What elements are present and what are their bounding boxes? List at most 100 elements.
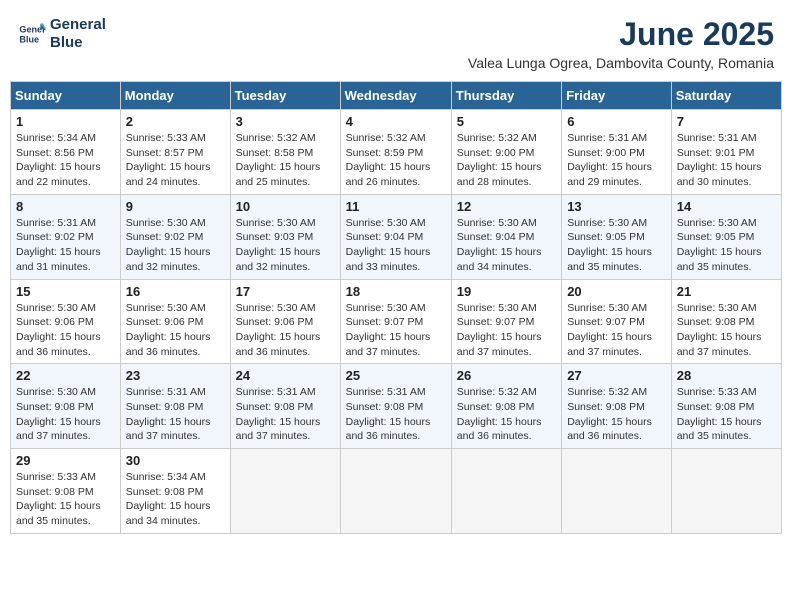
daylight-label: Daylight: 15 hours and 37 minutes. [567, 331, 652, 358]
weekday-header: Friday [562, 82, 672, 110]
weekday-header: Thursday [451, 82, 561, 110]
day-info: Sunrise: 5:30 AM Sunset: 9:04 PM Dayligh… [346, 216, 446, 275]
daylight-label: Daylight: 15 hours and 37 minutes. [457, 331, 542, 358]
day-info: Sunrise: 5:33 AM Sunset: 9:08 PM Dayligh… [16, 470, 115, 529]
weekday-header: Saturday [671, 82, 781, 110]
day-number: 2 [126, 114, 225, 129]
day-number: 8 [16, 199, 115, 214]
sunset-label: Sunset: 9:08 PM [126, 401, 204, 413]
sunset-label: Sunset: 9:06 PM [16, 316, 94, 328]
sunrise-label: Sunrise: 5:31 AM [16, 217, 96, 229]
sunrise-label: Sunrise: 5:31 AM [677, 132, 757, 144]
sunrise-label: Sunrise: 5:31 AM [126, 386, 206, 398]
weekday-header: Monday [120, 82, 230, 110]
day-number: 1 [16, 114, 115, 129]
day-number: 6 [567, 114, 666, 129]
sunset-label: Sunset: 9:08 PM [126, 486, 204, 498]
daylight-label: Daylight: 15 hours and 25 minutes. [236, 161, 321, 188]
sunrise-label: Sunrise: 5:30 AM [457, 217, 537, 229]
calendar-cell: 25 Sunrise: 5:31 AM Sunset: 9:08 PM Dayl… [340, 364, 451, 449]
day-info: Sunrise: 5:32 AM Sunset: 9:08 PM Dayligh… [567, 385, 666, 444]
weekday-header: Tuesday [230, 82, 340, 110]
daylight-label: Daylight: 15 hours and 31 minutes. [16, 246, 101, 273]
day-info: Sunrise: 5:30 AM Sunset: 9:08 PM Dayligh… [677, 301, 776, 360]
daylight-label: Daylight: 15 hours and 32 minutes. [236, 246, 321, 273]
sunrise-label: Sunrise: 5:34 AM [126, 471, 206, 483]
calendar-cell: 9 Sunrise: 5:30 AM Sunset: 9:02 PM Dayli… [120, 194, 230, 279]
sunset-label: Sunset: 9:06 PM [236, 316, 314, 328]
day-info: Sunrise: 5:31 AM Sunset: 9:00 PM Dayligh… [567, 131, 666, 190]
day-info: Sunrise: 5:30 AM Sunset: 9:07 PM Dayligh… [346, 301, 446, 360]
day-info: Sunrise: 5:30 AM Sunset: 9:08 PM Dayligh… [16, 385, 115, 444]
day-number: 27 [567, 368, 666, 383]
sunset-label: Sunset: 9:08 PM [236, 401, 314, 413]
sunrise-label: Sunrise: 5:31 AM [346, 386, 426, 398]
day-info: Sunrise: 5:34 AM Sunset: 8:56 PM Dayligh… [16, 131, 115, 190]
calendar-cell: 7 Sunrise: 5:31 AM Sunset: 9:01 PM Dayli… [671, 110, 781, 195]
day-info: Sunrise: 5:30 AM Sunset: 9:03 PM Dayligh… [236, 216, 335, 275]
sunset-label: Sunset: 9:08 PM [16, 401, 94, 413]
sunset-label: Sunset: 9:07 PM [346, 316, 424, 328]
daylight-label: Daylight: 15 hours and 35 minutes. [16, 500, 101, 527]
sunset-label: Sunset: 9:07 PM [567, 316, 645, 328]
calendar-cell: 26 Sunrise: 5:32 AM Sunset: 9:08 PM Dayl… [451, 364, 561, 449]
day-number: 5 [457, 114, 556, 129]
subtitle: Valea Lunga Ogrea, Dambovita County, Rom… [468, 55, 774, 71]
daylight-label: Daylight: 15 hours and 22 minutes. [16, 161, 101, 188]
day-number: 29 [16, 453, 115, 468]
daylight-label: Daylight: 15 hours and 34 minutes. [126, 500, 211, 527]
daylight-label: Daylight: 15 hours and 29 minutes. [567, 161, 652, 188]
calendar-cell: 11 Sunrise: 5:30 AM Sunset: 9:04 PM Dayl… [340, 194, 451, 279]
daylight-label: Daylight: 15 hours and 33 minutes. [346, 246, 431, 273]
sunset-label: Sunset: 9:06 PM [126, 316, 204, 328]
day-info: Sunrise: 5:31 AM Sunset: 9:08 PM Dayligh… [126, 385, 225, 444]
daylight-label: Daylight: 15 hours and 37 minutes. [346, 331, 431, 358]
calendar-cell: 16 Sunrise: 5:30 AM Sunset: 9:06 PM Dayl… [120, 279, 230, 364]
sunset-label: Sunset: 9:08 PM [457, 401, 535, 413]
calendar-cell: 20 Sunrise: 5:30 AM Sunset: 9:07 PM Dayl… [562, 279, 672, 364]
sunrise-label: Sunrise: 5:30 AM [236, 302, 316, 314]
calendar-cell: 3 Sunrise: 5:32 AM Sunset: 8:58 PM Dayli… [230, 110, 340, 195]
calendar-cell: 4 Sunrise: 5:32 AM Sunset: 8:59 PM Dayli… [340, 110, 451, 195]
sunset-label: Sunset: 9:00 PM [457, 147, 535, 159]
sunrise-label: Sunrise: 5:33 AM [126, 132, 206, 144]
sunset-label: Sunset: 9:04 PM [457, 231, 535, 243]
day-number: 7 [677, 114, 776, 129]
day-number: 9 [126, 199, 225, 214]
day-number: 28 [677, 368, 776, 383]
daylight-label: Daylight: 15 hours and 30 minutes. [677, 161, 762, 188]
calendar-cell: 2 Sunrise: 5:33 AM Sunset: 8:57 PM Dayli… [120, 110, 230, 195]
day-info: Sunrise: 5:34 AM Sunset: 9:08 PM Dayligh… [126, 470, 225, 529]
calendar-cell: 14 Sunrise: 5:30 AM Sunset: 9:05 PM Dayl… [671, 194, 781, 279]
calendar-cell: 17 Sunrise: 5:30 AM Sunset: 9:06 PM Dayl… [230, 279, 340, 364]
calendar-cell: 13 Sunrise: 5:30 AM Sunset: 9:05 PM Dayl… [562, 194, 672, 279]
day-info: Sunrise: 5:31 AM Sunset: 9:02 PM Dayligh… [16, 216, 115, 275]
day-info: Sunrise: 5:32 AM Sunset: 8:58 PM Dayligh… [236, 131, 335, 190]
sunset-label: Sunset: 8:59 PM [346, 147, 424, 159]
sunrise-label: Sunrise: 5:30 AM [126, 217, 206, 229]
calendar-cell [451, 449, 561, 534]
daylight-label: Daylight: 15 hours and 37 minutes. [126, 416, 211, 443]
calendar-cell: 5 Sunrise: 5:32 AM Sunset: 9:00 PM Dayli… [451, 110, 561, 195]
day-number: 10 [236, 199, 335, 214]
day-number: 18 [346, 284, 446, 299]
day-number: 22 [16, 368, 115, 383]
svg-text:Blue: Blue [19, 34, 39, 44]
sunset-label: Sunset: 8:56 PM [16, 147, 94, 159]
day-info: Sunrise: 5:33 AM Sunset: 9:08 PM Dayligh… [677, 385, 776, 444]
day-info: Sunrise: 5:31 AM Sunset: 9:01 PM Dayligh… [677, 131, 776, 190]
daylight-label: Daylight: 15 hours and 34 minutes. [457, 246, 542, 273]
weekday-header: Sunday [11, 82, 121, 110]
daylight-label: Daylight: 15 hours and 32 minutes. [126, 246, 211, 273]
day-number: 26 [457, 368, 556, 383]
sunset-label: Sunset: 9:05 PM [567, 231, 645, 243]
calendar-cell: 18 Sunrise: 5:30 AM Sunset: 9:07 PM Dayl… [340, 279, 451, 364]
day-info: Sunrise: 5:31 AM Sunset: 9:08 PM Dayligh… [346, 385, 446, 444]
calendar-cell: 19 Sunrise: 5:30 AM Sunset: 9:07 PM Dayl… [451, 279, 561, 364]
daylight-label: Daylight: 15 hours and 24 minutes. [126, 161, 211, 188]
main-title: June 2025 [468, 16, 774, 53]
daylight-label: Daylight: 15 hours and 28 minutes. [457, 161, 542, 188]
sunrise-label: Sunrise: 5:31 AM [236, 386, 316, 398]
sunrise-label: Sunrise: 5:30 AM [236, 217, 316, 229]
daylight-label: Daylight: 15 hours and 37 minutes. [677, 331, 762, 358]
